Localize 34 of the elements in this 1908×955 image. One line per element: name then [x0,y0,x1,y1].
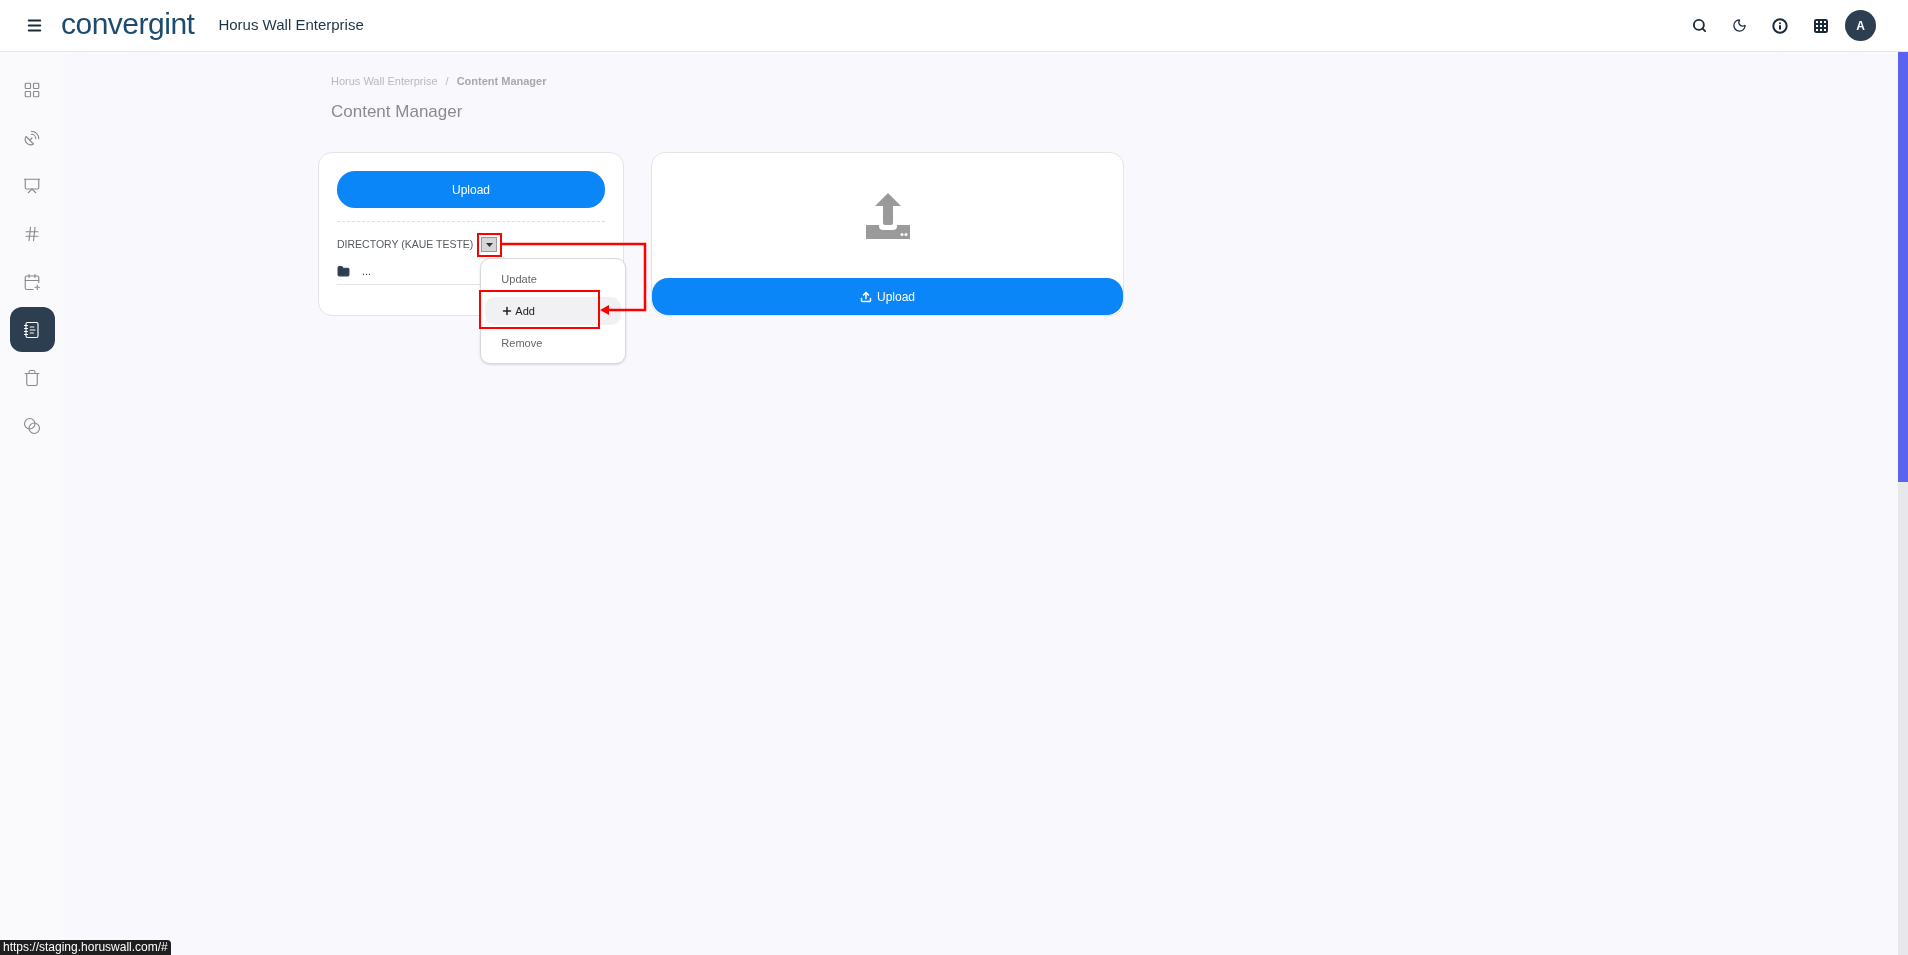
moon-button[interactable] [1732,18,1747,33]
dropdown-toggle[interactable] [481,237,498,253]
menu-item[interactable]: Add [485,297,622,326]
apps-button[interactable] [1813,17,1829,34]
search-button[interactable] [1692,18,1707,33]
caret-icon [485,242,493,247]
sidebar-item[interactable] [9,307,55,352]
folder-icon [337,264,350,278]
presentation-icon [23,176,41,195]
satellite-dish-icon [23,128,41,147]
breadcrumb-current: Content Manager [456,74,547,89]
notebook-icon [23,320,41,339]
app-title: Horus Wall Enterprise [218,15,364,36]
upload-icon [860,290,872,303]
plus-icon [501,305,514,318]
upload-button[interactable]: Upload [337,171,605,208]
upload-tray-icon [863,191,912,240]
menu-icon [25,17,43,34]
calendar-plus-icon [23,272,41,291]
menu-item[interactable]: Remove [485,329,622,358]
menu-item[interactable]: Update [485,265,622,294]
upload-button[interactable]: Upload [652,278,1123,315]
avatar[interactable]: A [1845,10,1876,41]
trash-icon [23,368,41,387]
logo: convergint [61,8,195,42]
status-url: https://staging.horuswall.com/# [0,940,171,955]
breadcrumb-separator: / [445,74,449,89]
grid-icon [23,80,41,99]
folder-name[interactable]: ... [362,262,372,280]
page-title: Content Manager [331,100,464,123]
directory-label: DIRECTORY (KAUE TESTE) [337,237,474,252]
overlap-circles-icon [23,416,41,435]
frame-icon [23,224,41,243]
info-button[interactable] [1772,17,1788,34]
